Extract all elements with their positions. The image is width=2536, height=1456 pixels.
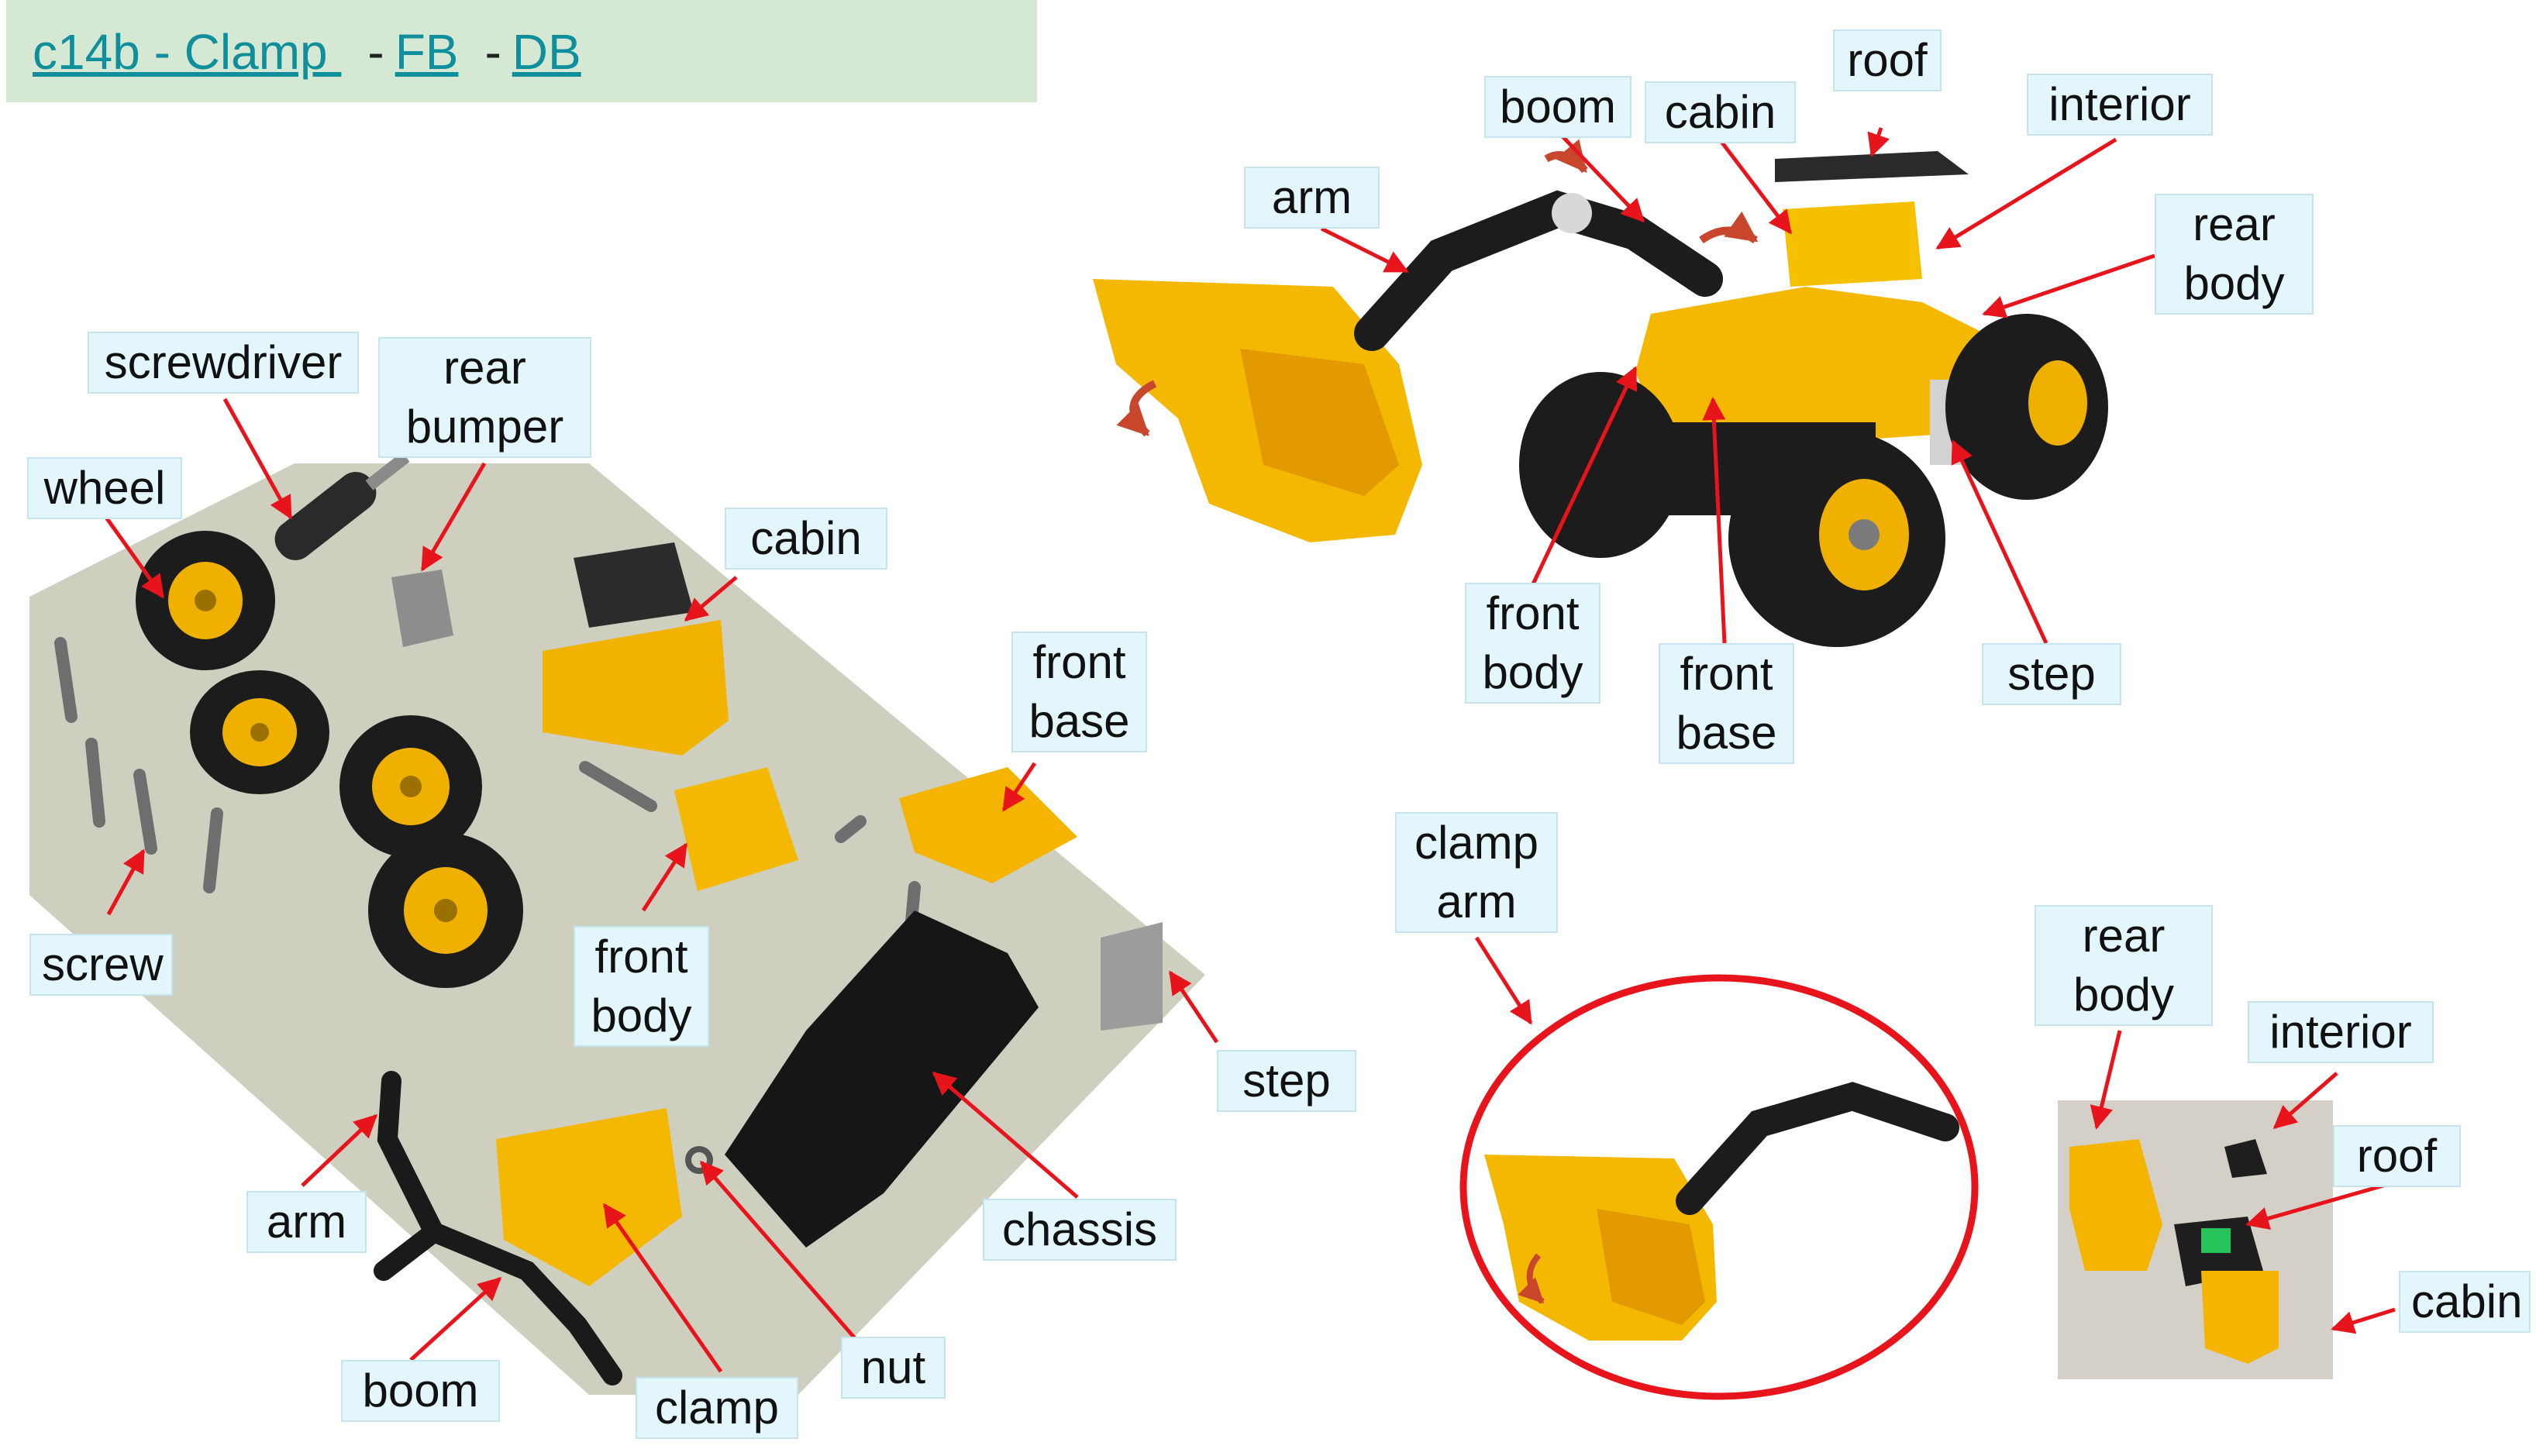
label-clamp-arm: clamp arm: [1395, 812, 1558, 933]
label-text: clamp: [654, 1382, 780, 1434]
label-text: wheel: [43, 462, 166, 514]
label-step-top: step: [1982, 643, 2121, 705]
label-text: body: [591, 990, 692, 1041]
label-text: rear: [443, 342, 526, 394]
label-step-left: step: [1217, 1050, 1356, 1112]
label-arm-top: arm: [1244, 167, 1380, 229]
label-text: cabin: [750, 512, 862, 564]
label-text: body: [2183, 257, 2285, 309]
label-front-body-top: front body: [1465, 583, 1601, 704]
label-clamp: clamp: [636, 1377, 798, 1439]
label-nut: nut: [841, 1337, 946, 1399]
label-chassis: chassis: [983, 1199, 1177, 1261]
label-text: front: [1032, 636, 1126, 688]
label-text: base: [1029, 695, 1130, 747]
label-text: boom: [1499, 81, 1617, 133]
label-front-base-left: front base: [1011, 632, 1147, 752]
label-text: cabin: [2411, 1275, 2523, 1327]
label-boom-top: boom: [1484, 76, 1632, 138]
label-screw: screw: [29, 934, 173, 996]
label-front-body-left: front body: [574, 926, 709, 1047]
label-text: body: [1482, 646, 1583, 698]
label-text: roof: [1847, 34, 1928, 86]
label-text: screw: [42, 938, 164, 990]
label-text: step: [2007, 648, 2096, 700]
label-text: arm: [1436, 876, 1517, 928]
clamp-arm-detail: [1459, 974, 1979, 1400]
label-arm-left: arm: [246, 1191, 367, 1253]
label-text: rear: [2193, 198, 2276, 250]
label-text: front: [1680, 648, 1773, 700]
label-text: roof: [2356, 1130, 2438, 1182]
label-rear-body-small: rear body: [2035, 905, 2213, 1026]
label-roof-top: roof: [1833, 29, 1942, 91]
label-text: boom: [362, 1365, 479, 1416]
label-text: base: [1676, 707, 1777, 759]
label-wheel: wheel: [27, 457, 182, 519]
label-text: arm: [266, 1196, 347, 1248]
label-interior-small: interior: [2248, 1001, 2434, 1063]
label-rear-body-top: rear body: [2155, 194, 2314, 315]
label-text: body: [2073, 969, 2175, 1021]
small-parts-photo: [2058, 1100, 2333, 1379]
label-text: arm: [1271, 171, 1352, 223]
label-cabin-left: cabin: [725, 508, 887, 570]
label-text: screwdriver: [104, 336, 343, 388]
label-front-base-top: front base: [1659, 643, 1794, 764]
label-text: interior: [2269, 1006, 2412, 1058]
label-text: front: [1486, 587, 1580, 639]
label-text: clamp: [1414, 817, 1539, 869]
label-text: cabin: [1664, 86, 1776, 138]
label-text: step: [1242, 1055, 1331, 1107]
label-text: chassis: [1001, 1203, 1158, 1255]
label-text: bumper: [405, 401, 564, 453]
label-interior-top: interior: [2027, 74, 2213, 136]
label-roof-small: roof: [2333, 1125, 2461, 1187]
label-rear-bumper: rear bumper: [378, 337, 591, 458]
label-text: front: [594, 931, 688, 983]
label-boom-left: boom: [341, 1360, 500, 1422]
label-cabin-top: cabin: [1645, 81, 1796, 143]
label-cabin-small: cabin: [2399, 1271, 2531, 1333]
label-text: rear: [2082, 910, 2166, 962]
label-screwdriver: screwdriver: [88, 332, 359, 394]
label-text: nut: [860, 1341, 926, 1393]
label-text: interior: [2048, 78, 2191, 130]
step-part-left: [1101, 922, 1163, 1031]
